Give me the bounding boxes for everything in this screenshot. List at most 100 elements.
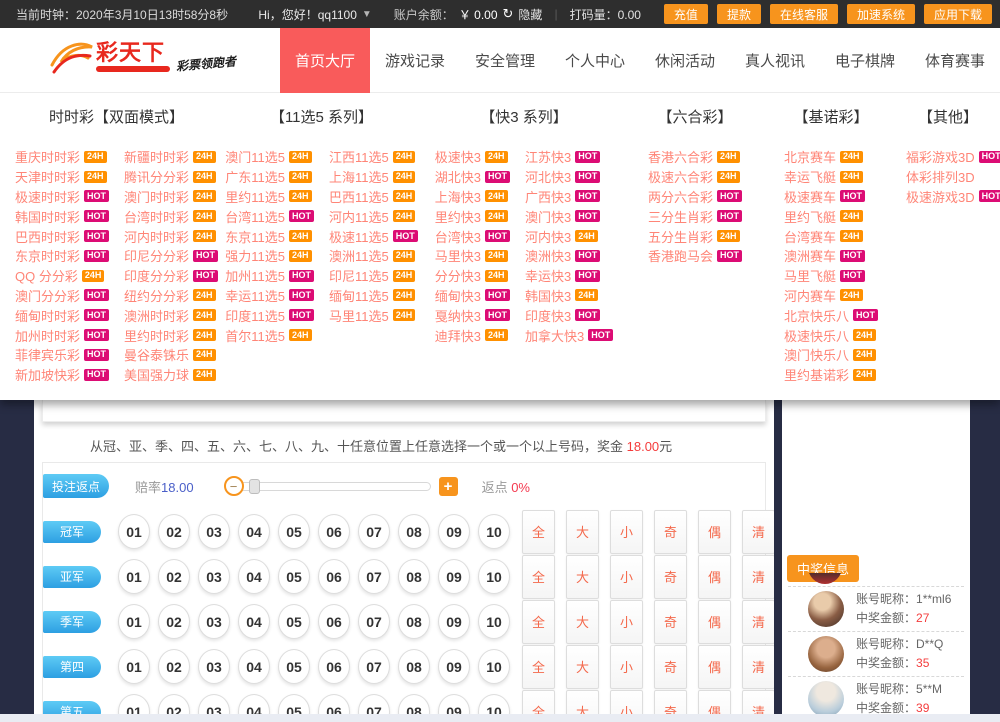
recharge-button[interactable]: 充值 [664, 4, 708, 24]
number-ball[interactable]: 07 [358, 694, 390, 714]
menu-item[interactable]: 缅甸时时彩HOT [15, 305, 109, 325]
number-ball[interactable]: 01 [118, 694, 150, 714]
menu-item[interactable]: 极速快324H [435, 147, 510, 167]
menu-item[interactable]: 极速快乐八24H [784, 325, 878, 345]
number-ball[interactable]: 04 [238, 649, 270, 684]
number-ball[interactable]: 06 [318, 649, 350, 684]
menu-item[interactable]: 重庆时时彩24H [15, 147, 109, 167]
menu-item[interactable]: 巴西时时彩HOT [15, 226, 109, 246]
tab-live-video[interactable]: 真人视讯 [730, 28, 820, 93]
menu-item[interactable]: 广东11选524H [225, 167, 314, 187]
menu-item[interactable]: 美国强力球24H [124, 365, 218, 385]
hide-balance-link[interactable]: 隐藏 [518, 6, 542, 23]
action-all-button[interactable]: 全 [522, 690, 555, 715]
menu-item[interactable]: 马里飞艇HOT [784, 266, 878, 286]
menu-item[interactable]: 巴西11选524H [329, 187, 418, 207]
menu-item[interactable]: 幸运快3HOT [525, 266, 613, 286]
tab-leisure-activities[interactable]: 休闲活动 [640, 28, 730, 93]
menu-item[interactable]: 江苏快3HOT [525, 147, 613, 167]
number-ball[interactable]: 10 [478, 514, 510, 549]
number-ball[interactable]: 10 [478, 559, 510, 594]
menu-item[interactable]: 澳门时时彩24H [124, 187, 218, 207]
number-ball[interactable]: 02 [158, 604, 190, 639]
number-ball[interactable]: 06 [318, 559, 350, 594]
number-ball[interactable]: 04 [238, 694, 270, 714]
number-ball[interactable]: 07 [358, 559, 390, 594]
menu-item[interactable]: 河内赛车24H [784, 286, 878, 306]
menu-item[interactable]: 缅甸11选524H [329, 286, 418, 306]
action-small-button[interactable]: 小 [610, 645, 643, 689]
action-odd-button[interactable]: 奇 [654, 510, 687, 554]
menu-item[interactable]: 印度11选5HOT [225, 305, 314, 325]
number-ball[interactable]: 10 [478, 694, 510, 714]
menu-item[interactable]: 缅甸快3HOT [435, 286, 510, 306]
menu-item[interactable]: 台湾快3HOT [435, 226, 510, 246]
action-small-button[interactable]: 小 [610, 510, 643, 554]
number-ball[interactable]: 03 [198, 694, 230, 714]
menu-item[interactable]: 新疆时时彩24H [124, 147, 218, 167]
number-ball[interactable]: 05 [278, 604, 310, 639]
site-logo[interactable]: 彩天下 彩票领跑者 [50, 41, 236, 86]
accelerator-button[interactable]: 加速系统 [847, 4, 915, 24]
action-small-button[interactable]: 小 [610, 690, 643, 715]
action-odd-button[interactable]: 奇 [654, 600, 687, 644]
number-ball[interactable]: 02 [158, 694, 190, 714]
tab-board-games[interactable]: 电子棋牌 [820, 28, 910, 93]
menu-item[interactable]: 上海快324H [435, 187, 510, 207]
menu-item[interactable]: 加拿大快3HOT [525, 325, 613, 345]
odds-decrease-button[interactable]: − [224, 476, 244, 496]
number-ball[interactable]: 01 [118, 649, 150, 684]
menu-item[interactable]: 韩国快324H [525, 286, 613, 306]
action-even-button[interactable]: 偶 [698, 510, 731, 554]
action-big-button[interactable]: 大 [566, 645, 599, 689]
number-ball[interactable]: 06 [318, 604, 350, 639]
number-ball[interactable]: 01 [118, 514, 150, 549]
number-ball[interactable]: 06 [318, 514, 350, 549]
number-ball[interactable]: 04 [238, 559, 270, 594]
tab-personal-center[interactable]: 个人中心 [550, 28, 640, 93]
menu-item[interactable]: 腾讯分分彩24H [124, 167, 218, 187]
menu-item[interactable]: 台湾赛车24H [784, 226, 878, 246]
number-ball[interactable]: 03 [198, 649, 230, 684]
odds-slider[interactable] [239, 482, 431, 491]
action-big-button[interactable]: 大 [566, 510, 599, 554]
refresh-balance-icon[interactable]: ↻ [503, 6, 514, 22]
number-ball[interactable]: 05 [278, 559, 310, 594]
number-ball[interactable]: 04 [238, 604, 270, 639]
menu-item[interactable]: 江西11选524H [329, 147, 418, 167]
customer-service-button[interactable]: 在线客服 [770, 4, 838, 24]
menu-item[interactable]: 新加坡快彩HOT [15, 365, 109, 385]
menu-item[interactable]: QQ 分分彩24H [15, 266, 109, 286]
number-ball[interactable]: 08 [398, 514, 430, 549]
action-clear-button[interactable]: 清 [742, 600, 774, 644]
number-ball[interactable]: 08 [398, 649, 430, 684]
menu-item[interactable]: 分分快324H [435, 266, 510, 286]
menu-item[interactable]: 极速赛车HOT [784, 187, 878, 207]
menu-item[interactable]: 河内快324H [525, 226, 613, 246]
menu-item[interactable]: 澳洲快3HOT [525, 246, 613, 266]
number-ball[interactable]: 07 [358, 514, 390, 549]
menu-item[interactable]: 福彩游戏3DHOT [906, 147, 1000, 167]
number-ball[interactable]: 02 [158, 514, 190, 549]
menu-item[interactable]: 澳洲赛车HOT [784, 246, 878, 266]
menu-item[interactable]: 极速游戏3DHOT [906, 187, 1000, 207]
number-ball[interactable]: 09 [438, 694, 470, 714]
action-big-button[interactable]: 大 [566, 555, 599, 599]
menu-item[interactable]: 河内11选524H [329, 206, 418, 226]
number-ball[interactable]: 07 [358, 649, 390, 684]
action-all-button[interactable]: 全 [522, 510, 555, 554]
menu-item[interactable]: 马里快324H [435, 246, 510, 266]
menu-item[interactable]: 澳门11选524H [225, 147, 314, 167]
action-odd-button[interactable]: 奇 [654, 555, 687, 599]
action-clear-button[interactable]: 清 [742, 510, 774, 554]
number-ball[interactable]: 03 [198, 559, 230, 594]
number-ball[interactable]: 10 [478, 604, 510, 639]
action-all-button[interactable]: 全 [522, 600, 555, 644]
action-clear-button[interactable]: 清 [742, 555, 774, 599]
menu-item[interactable]: 台湾时时彩24H [124, 206, 218, 226]
menu-item[interactable]: 三分生肖彩HOT [648, 206, 742, 226]
action-even-button[interactable]: 偶 [698, 600, 731, 644]
number-ball[interactable]: 09 [438, 649, 470, 684]
number-ball[interactable]: 03 [198, 604, 230, 639]
number-ball[interactable]: 01 [118, 604, 150, 639]
